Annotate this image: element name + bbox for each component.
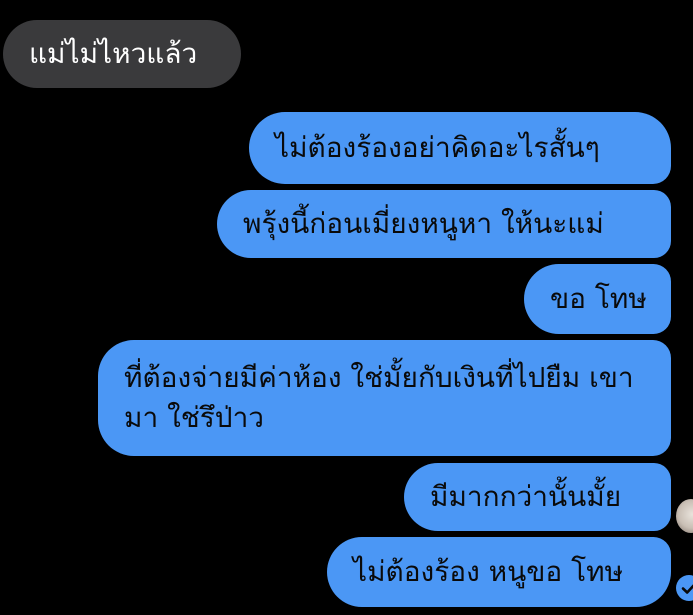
outgoing-message-bubble[interactable]: พรุ้งนี้ก่อนเมี่ยงหนูหา ให้นะแม่ bbox=[217, 190, 671, 258]
check-icon bbox=[681, 584, 693, 594]
outgoing-message-bubble[interactable]: มีมากกว่านั้นมั้ย bbox=[404, 463, 671, 531]
message-text: ไม่ต้องร้อง หนูขอ โทษ bbox=[353, 555, 624, 588]
chat-thread: แม่ไม่ไหวแล้ว ไม่ต้องร้องอย่าคิดอะไรสั้น… bbox=[0, 0, 693, 615]
message-text: ขอ โทษ bbox=[550, 282, 647, 315]
message-text: แม่ไม่ไหวแล้ว bbox=[29, 37, 198, 70]
message-text: ไม่ต้องร้องอย่าคิดอะไรสั้นๆ bbox=[275, 131, 600, 164]
outgoing-message-bubble[interactable]: ไม่ต้องร้อง หนูขอ โทษ bbox=[327, 537, 671, 607]
message-text: พรุ้งนี้ก่อนเมี่ยงหนูหา ให้นะแม่ bbox=[243, 207, 604, 240]
outgoing-message-bubble[interactable]: ไม่ต้องร้องอย่าคิดอะไรสั้นๆ bbox=[249, 112, 671, 184]
incoming-message-bubble[interactable]: แม่ไม่ไหวแล้ว bbox=[3, 20, 241, 88]
seen-check-icon bbox=[676, 575, 693, 601]
contact-avatar[interactable] bbox=[676, 499, 693, 533]
outgoing-message-bubble[interactable]: ขอ โทษ bbox=[524, 264, 671, 334]
message-text: มีมากกว่านั้นมั้ย bbox=[430, 480, 622, 513]
message-text: ที่ต้องจ่ายมีค่าห้อง ใช่มั้ยกับเงินที่ไป… bbox=[124, 361, 634, 434]
outgoing-message-bubble[interactable]: ที่ต้องจ่ายมีค่าห้อง ใช่มั้ยกับเงินที่ไป… bbox=[98, 340, 671, 456]
